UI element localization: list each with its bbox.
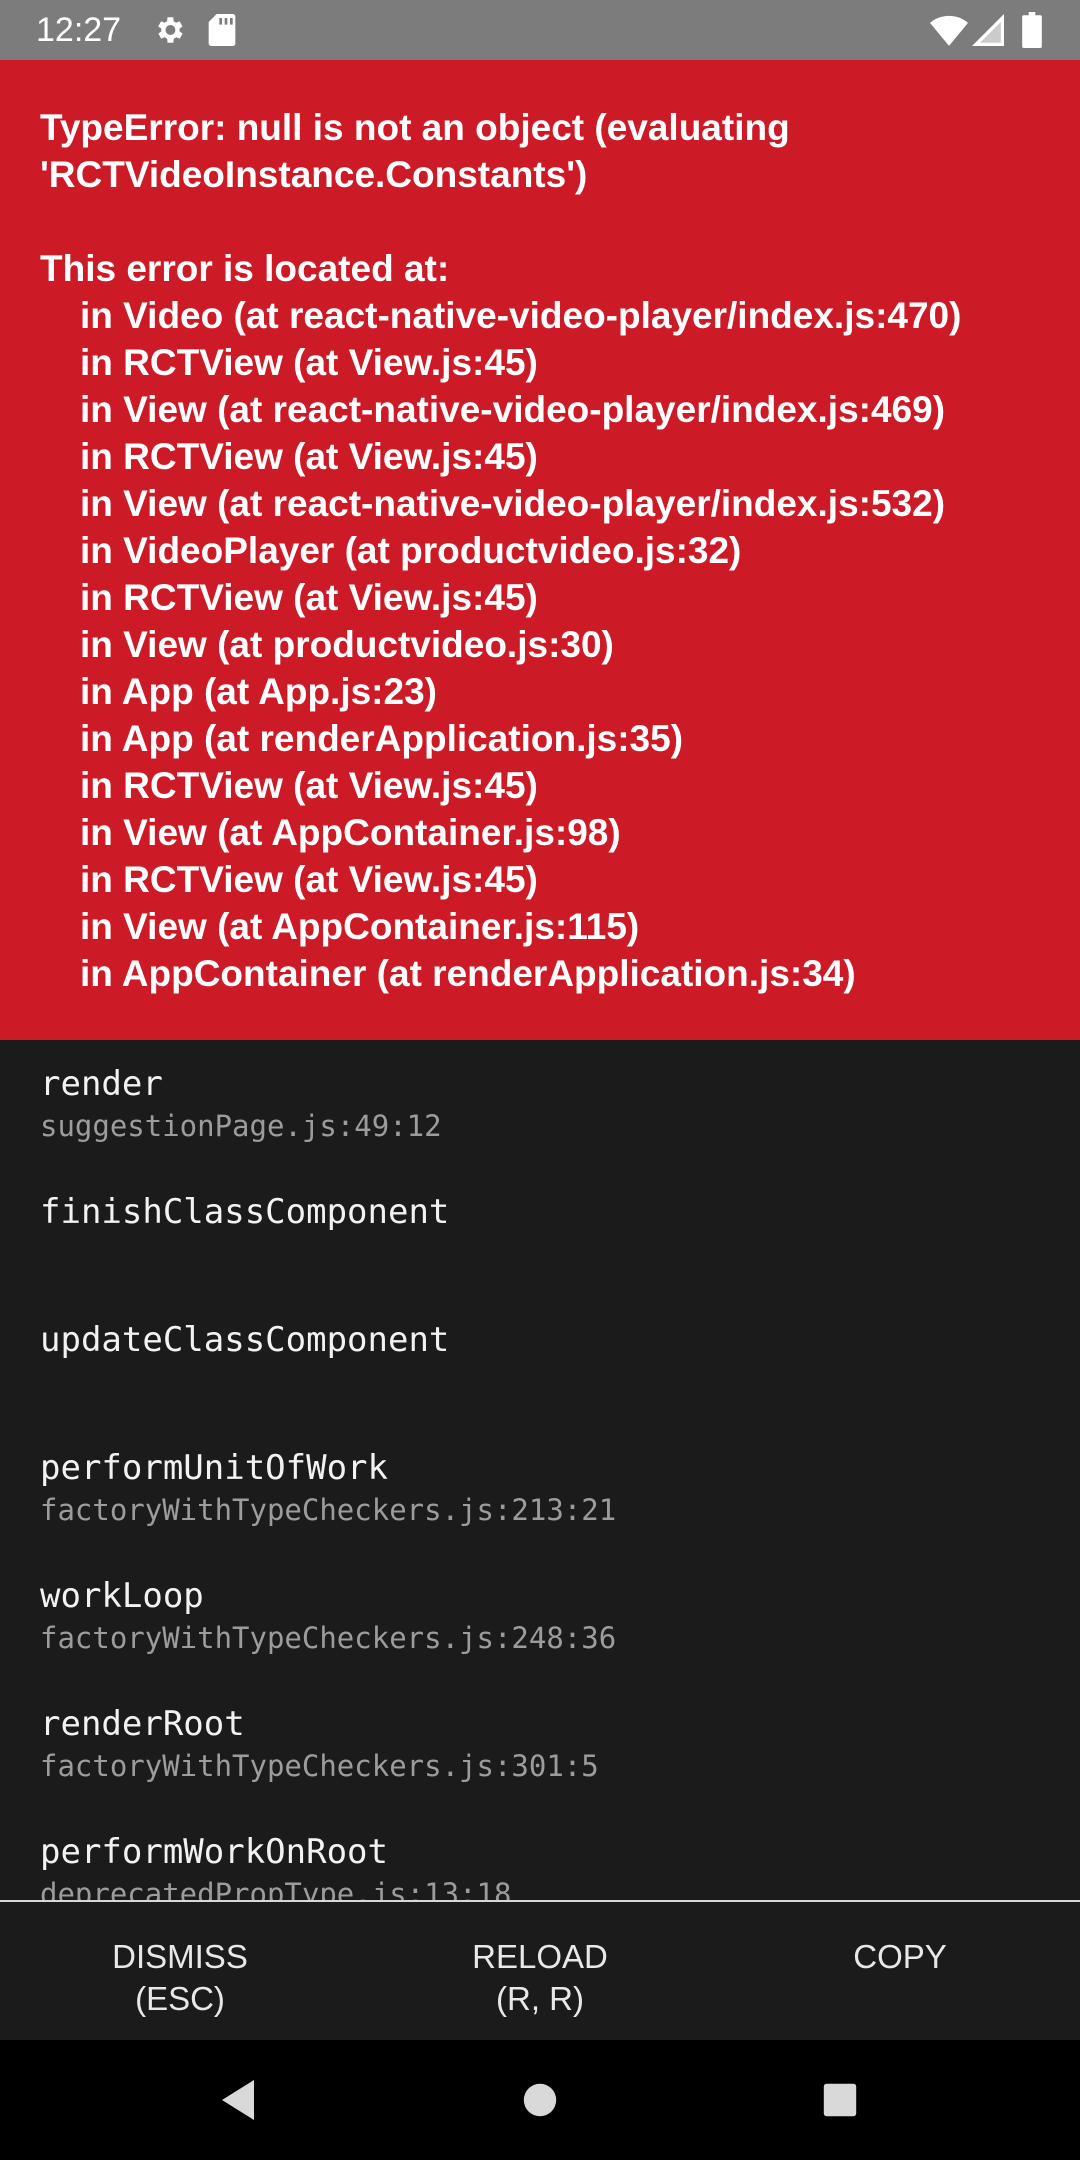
- component-stack-line: in View (at react-native-video-player/in…: [80, 483, 946, 524]
- component-stack-line: in AppContainer (at renderApplication.js…: [80, 953, 856, 994]
- frame-file: suggestionPage.js:49:12: [40, 1109, 442, 1143]
- redbox-button-bar: DISMISS (ESC) RELOAD (R, R) COPY: [0, 1900, 1080, 2040]
- frame-method: renderRoot: [40, 1704, 245, 1744]
- stack-frame[interactable]: renderRoot factoryWithTypeCheckers.js:30…: [40, 1702, 1040, 1830]
- frame-method: render: [40, 1064, 163, 1104]
- frame-file: factoryWithTypeCheckers.js:213:21: [40, 1493, 617, 1527]
- copy-label: COPY: [853, 1938, 947, 1975]
- dismiss-button[interactable]: DISMISS (ESC): [0, 1902, 360, 2040]
- location-heading: This error is located at:: [40, 248, 450, 289]
- frame-file: factoryWithTypeCheckers.js:248:36: [40, 1621, 617, 1655]
- settings-icon: [152, 13, 186, 47]
- stack-frame[interactable]: performWorkOnRoot deprecatedPropType.js:…: [40, 1830, 1040, 1900]
- component-stack-line: in View (at AppContainer.js:98): [80, 812, 621, 853]
- home-icon[interactable]: [480, 2040, 600, 2160]
- error-message: TypeError: null is not an object (evalua…: [40, 107, 790, 195]
- stack-trace-list[interactable]: render suggestionPage.js:49:12 finishCla…: [0, 1040, 1080, 1900]
- component-stack-line: in RCTView (at View.js:45): [80, 859, 538, 900]
- stack-frame[interactable]: updateClassComponent: [40, 1318, 1040, 1446]
- stack-frame[interactable]: finishClassComponent: [40, 1190, 1040, 1318]
- frame-method: finishClassComponent: [40, 1192, 450, 1232]
- component-stack-line: in RCTView (at View.js:45): [80, 577, 538, 618]
- stack-frame[interactable]: performUnitOfWork factoryWithTypeChecker…: [40, 1446, 1040, 1574]
- reload-button[interactable]: RELOAD (R, R): [360, 1902, 720, 2040]
- error-panel: TypeError: null is not an object (evalua…: [0, 60, 1080, 1040]
- reload-label: RELOAD: [472, 1938, 608, 1975]
- frame-method: performUnitOfWork: [40, 1448, 388, 1488]
- wifi-icon: [930, 14, 968, 46]
- status-time: 12:27: [36, 11, 122, 49]
- component-stack-line: in View (at react-native-video-player/in…: [80, 389, 946, 430]
- component-stack-line: in View (at productvideo.js:30): [80, 624, 614, 665]
- component-stack-line: in App (at App.js:23): [80, 671, 437, 712]
- frame-method: workLoop: [40, 1576, 204, 1616]
- component-stack-line: in RCTView (at View.js:45): [80, 342, 538, 383]
- component-stack-line: in RCTView (at View.js:45): [80, 765, 538, 806]
- frame-method: performWorkOnRoot: [40, 1832, 388, 1872]
- component-stack: in Video (at react-native-video-player/i…: [40, 292, 1040, 997]
- component-stack-line: in RCTView (at View.js:45): [80, 436, 538, 477]
- component-stack-line: in View (at AppContainer.js:115): [80, 906, 640, 947]
- battery-icon: [1022, 12, 1042, 48]
- component-stack-line: in App (at renderApplication.js:35): [80, 718, 684, 759]
- navigation-bar: [0, 2040, 1080, 2160]
- dismiss-shortcut: (ESC): [135, 1980, 225, 2017]
- component-stack-line: in VideoPlayer (at productvideo.js:32): [80, 530, 742, 571]
- stack-frame[interactable]: workLoop factoryWithTypeCheckers.js:248:…: [40, 1574, 1040, 1702]
- dismiss-label: DISMISS: [112, 1938, 248, 1975]
- signal-icon: [972, 14, 1004, 46]
- frame-method: updateClassComponent: [40, 1320, 450, 1360]
- sd-card-icon: [208, 14, 236, 46]
- reload-shortcut: (R, R): [496, 1980, 584, 2017]
- status-bar: 12:27: [0, 0, 1080, 60]
- component-stack-line: in Video (at react-native-video-player/i…: [80, 295, 962, 336]
- copy-button[interactable]: COPY: [720, 1902, 1080, 2040]
- stack-frame[interactable]: render suggestionPage.js:49:12: [40, 1062, 1040, 1190]
- back-icon[interactable]: [178, 2040, 298, 2160]
- frame-file: deprecatedPropType.js:13:18: [40, 1877, 512, 1900]
- recents-icon[interactable]: [780, 2040, 900, 2160]
- frame-file: factoryWithTypeCheckers.js:301:5: [40, 1749, 599, 1783]
